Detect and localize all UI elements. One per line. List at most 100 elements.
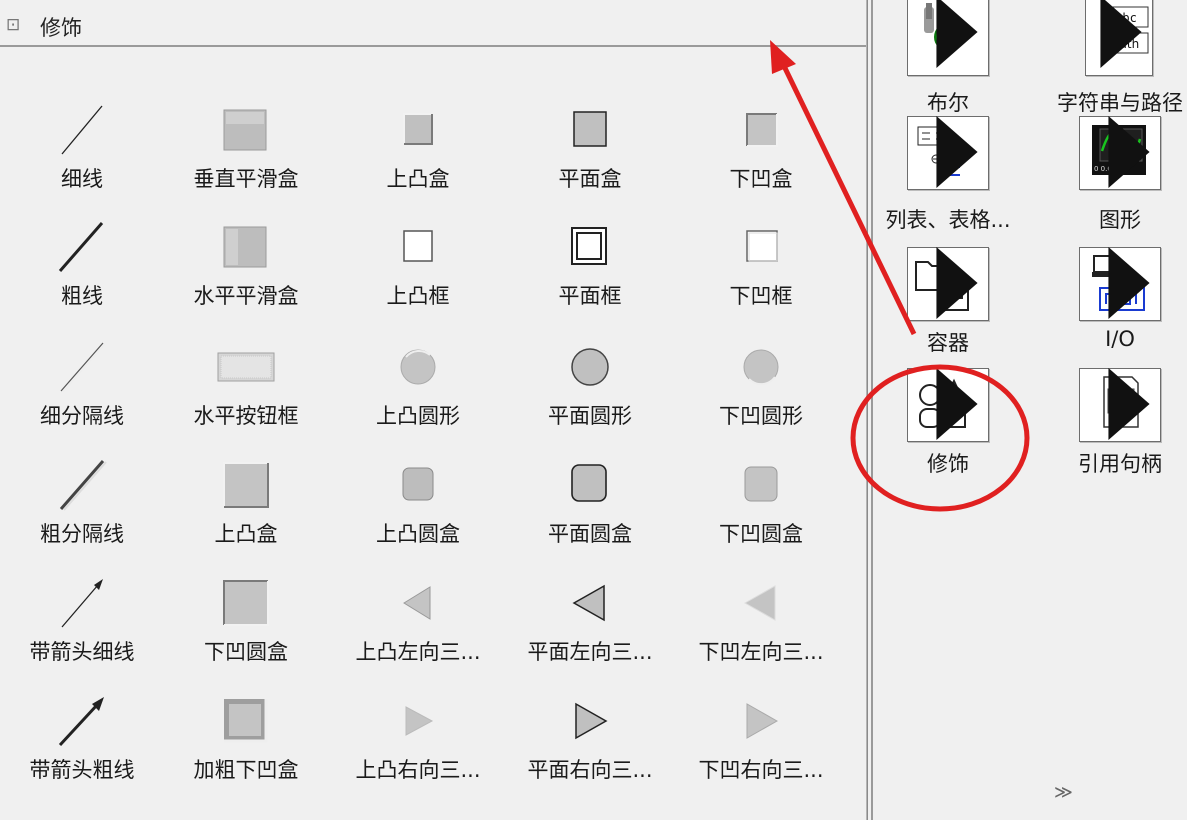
recessed-rounded-box-icon [725, 457, 797, 513]
decoration-item[interactable]: 粗线 [0, 207, 168, 325]
recessed-left-triangle-icon [725, 575, 797, 631]
decoration-item[interactable]: 水平按钮框 [160, 327, 332, 445]
category-label: 列表、表格... [885, 208, 1011, 232]
category-io[interactable]: I/O [1045, 247, 1187, 365]
decoration-item[interactable]: 下凹框 [675, 207, 847, 325]
decorations-icon [907, 368, 989, 442]
decoration-item[interactable]: 下凹圆盒 [675, 445, 847, 563]
category-string-path[interactable]: abcPath 字符串与路径 [1045, 0, 1187, 122]
title-separator [0, 45, 866, 47]
horizontal-smooth-box-icon [210, 219, 282, 275]
raised-rounded-box-icon [382, 457, 454, 513]
decoration-item[interactable]: 下凹盒 [675, 90, 847, 208]
recessed-box-icon [725, 102, 797, 158]
decoration-item[interactable]: 上凸右向三... [332, 681, 504, 799]
decoration-label: 下凹右向三... [698, 758, 824, 782]
decoration-item[interactable]: 带箭头细线 [0, 563, 168, 681]
decoration-label: 平面圆形 [548, 404, 632, 428]
decoration-item[interactable]: 平面盒 [504, 90, 676, 208]
decoration-item[interactable]: 加粗下凹盒 [160, 681, 332, 799]
decoration-label: 下凹盒 [729, 167, 793, 191]
decoration-item[interactable]: 细分隔线 [0, 327, 168, 445]
category-label: I/O [1105, 327, 1135, 351]
decoration-label: 平面框 [558, 284, 622, 308]
decoration-item[interactable]: 上凸圆形 [332, 327, 504, 445]
decoration-label: 上凸圆盒 [376, 522, 460, 546]
recessed-frame-icon [725, 219, 797, 275]
flat-rounded-box-icon [554, 457, 626, 513]
decoration-label: 细线 [61, 167, 103, 191]
decoration-item[interactable]: 平面右向三... [504, 681, 676, 799]
decoration-item[interactable]: 上凸盒 [160, 445, 332, 563]
decoration-item[interactable]: 上凸框 [332, 207, 504, 325]
decoration-label: 水平按钮框 [193, 404, 299, 428]
category-label: 布尔 [927, 91, 969, 115]
decoration-label: 垂直平滑盒 [193, 167, 299, 191]
pin-icon[interactable]: ⊡ [6, 15, 20, 35]
category-refnum[interactable]: # 引用句柄 [1045, 368, 1187, 486]
expand-more-icon[interactable]: ≫ [1054, 782, 1073, 803]
palette-title-bar: ⊡ 修饰 [0, 0, 866, 46]
decoration-item[interactable]: 下凹左向三... [675, 563, 847, 681]
decoration-label: 粗分隔线 [40, 522, 124, 546]
decoration-item[interactable]: 水平平滑盒 [160, 207, 332, 325]
decoration-label: 下凹框 [729, 284, 793, 308]
screen: { "palette_title": "修饰", "title_glyph": … [0, 0, 1187, 820]
category-boolean[interactable]: 布尔 [873, 0, 1023, 122]
category-container[interactable]: 容器 [873, 247, 1023, 365]
flat-right-triangle-icon [554, 693, 626, 749]
decoration-item[interactable]: 细线 [0, 90, 168, 208]
decoration-label: 粗线 [61, 284, 103, 308]
decoration-label: 平面盒 [558, 167, 622, 191]
decoration-label: 平面右向三... [527, 758, 653, 782]
panel-divider[interactable] [866, 0, 873, 820]
decoration-label: 水平平滑盒 [193, 284, 299, 308]
decoration-item[interactable]: 带箭头粗线 [0, 681, 168, 799]
thin-line-icon [46, 102, 118, 158]
recessed-rounded-box-2-icon [210, 575, 282, 631]
category-graph[interactable]: 0 0.0 1.0 图形 [1045, 116, 1187, 242]
decoration-item[interactable]: 平面圆形 [504, 327, 676, 445]
decoration-item[interactable]: 粗分隔线 [0, 445, 168, 563]
decoration-item[interactable]: 下凹右向三... [675, 681, 847, 799]
category-label: 引用句柄 [1078, 452, 1162, 476]
decorations-palette: ⊡ 修饰 细线 垂直平滑盒 上凸盒 平面盒 下凹盒 粗线 水平平滑盒 上凸框 平面框 下凹框细… [0, 0, 866, 820]
thick-arrow-line-icon [46, 693, 118, 749]
category-label: 修饰 [927, 452, 969, 476]
controls-category-palette: 布尔 abcPath 字符串与路径列表、表格... 0 0.0 1.0 图形容器 I/O 修… [873, 0, 1187, 820]
decoration-item[interactable]: 上凸盒 [332, 90, 504, 208]
thick-divider-icon [46, 457, 118, 513]
decoration-item[interactable]: 下凹圆形 [675, 327, 847, 445]
flat-box-icon [554, 102, 626, 158]
flat-frame-icon [554, 219, 626, 275]
decoration-label: 上凸盒 [214, 522, 278, 546]
palette-title: 修饰 [40, 16, 82, 40]
decoration-item[interactable]: 平面左向三... [504, 563, 676, 681]
horizontal-button-box-icon [210, 339, 282, 395]
refnum-icon: # [1079, 368, 1161, 442]
decoration-label: 带箭头细线 [29, 640, 135, 664]
decoration-item[interactable]: 上凸左向三... [332, 563, 504, 681]
decoration-label: 上凸圆形 [376, 404, 460, 428]
decoration-label: 细分隔线 [40, 404, 124, 428]
category-decorations[interactable]: 修饰 [873, 368, 1023, 486]
string-path-icon: abcPath [1085, 0, 1153, 76]
decoration-item[interactable]: 下凹圆盒 [160, 563, 332, 681]
category-list-table[interactable]: 列表、表格... [873, 116, 1023, 242]
raised-box-icon [382, 102, 454, 158]
decoration-label: 上凸左向三... [355, 640, 481, 664]
decoration-item[interactable]: 上凸圆盒 [332, 445, 504, 563]
thin-divider-icon [46, 339, 118, 395]
boolean-icon [907, 0, 989, 76]
decoration-label: 平面左向三... [527, 640, 653, 664]
category-label: 字符串与路径 [1057, 91, 1183, 115]
decoration-item[interactable]: 垂直平滑盒 [160, 90, 332, 208]
decoration-item[interactable]: 平面圆盒 [504, 445, 676, 563]
list-table-icon [907, 116, 989, 190]
decoration-item[interactable]: 平面框 [504, 207, 676, 325]
graph-icon: 0 0.0 1.0 [1079, 116, 1161, 190]
container-icon [907, 247, 989, 321]
raised-circle-icon [382, 339, 454, 395]
recessed-circle-icon [725, 339, 797, 395]
decoration-label: 下凹圆形 [719, 404, 803, 428]
